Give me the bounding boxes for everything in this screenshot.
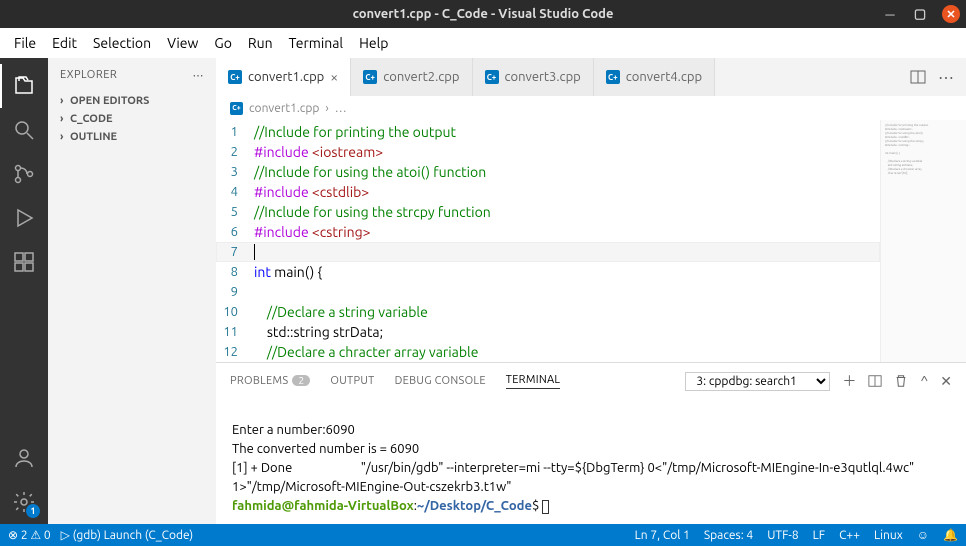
panel-problems-tab[interactable]: PROBLEMS2 (230, 375, 310, 387)
status-launch[interactable]: ▷ (gdb) Launch (C_Code) (61, 528, 194, 542)
code-line[interactable]: 10 //Declare a string variable (216, 302, 880, 322)
cpp-icon: C+ (485, 70, 499, 84)
cpp-icon: C+ (363, 70, 377, 84)
terminal-path: ~/Desktop/C_Code (417, 499, 532, 513)
titlebar: convert1.cpp - C_Code - Visual Studio Co… (0, 0, 966, 28)
code-line[interactable]: 8int main() { (216, 262, 880, 282)
bottom-panel: PROBLEMS2 OUTPUT DEBUG CONSOLE TERMINAL … (216, 362, 966, 524)
cpp-icon: C+ (230, 102, 243, 115)
tab-convert2[interactable]: C+ convert2.cpp (351, 58, 472, 96)
section-workspace[interactable]: ›C_CODE (48, 110, 216, 128)
status-feedback-icon[interactable]: ☺ (917, 528, 929, 542)
terminal-user: fahmida@fahmida-VirtualBox (232, 499, 414, 513)
minimize-button[interactable]: ─ (882, 6, 898, 22)
menu-go[interactable]: Go (206, 35, 239, 51)
minimap[interactable]: //Include for printing the output #inclu… (880, 120, 966, 362)
terminal-select[interactable]: 3: cppdbg: search1 (685, 372, 830, 391)
panel-output-tab[interactable]: OUTPUT (330, 375, 374, 387)
activity-search[interactable] (0, 108, 48, 152)
cpp-icon: C+ (228, 70, 242, 84)
code-line[interactable]: 2#include <iostream> (216, 142, 880, 162)
window-title: convert1.cpp - C_Code - Visual Studio Co… (353, 7, 614, 21)
sidebar-more-icon[interactable]: ⋯ (193, 69, 205, 82)
section-outline[interactable]: ›OUTLINE (48, 128, 216, 146)
code-line[interactable]: 12 //Declare a chracter array variable (216, 342, 880, 362)
code-line[interactable]: 7 (216, 242, 880, 262)
close-button[interactable]: ✕ (942, 5, 960, 23)
menu-view[interactable]: View (159, 35, 206, 51)
status-eol[interactable]: LF (813, 529, 825, 542)
menu-terminal[interactable]: Terminal (281, 35, 352, 51)
menu-selection[interactable]: Selection (85, 35, 159, 51)
editor-more-icon[interactable]: ⋯ (938, 68, 954, 87)
status-notifications-icon[interactable]: 🔔 (943, 528, 958, 542)
close-tab-icon[interactable]: × (330, 69, 338, 85)
code-line[interactable]: 6#include <cstring> (216, 222, 880, 242)
status-language[interactable]: C++ (839, 529, 860, 542)
code-editor[interactable]: 1//Include for printing the output2#incl… (216, 120, 880, 362)
menu-help[interactable]: Help (351, 35, 396, 51)
status-lncol[interactable]: Ln 7, Col 1 (635, 529, 690, 542)
maximize-panel-icon[interactable]: ^ (920, 373, 928, 389)
new-terminal-icon[interactable]: ＋ (842, 371, 856, 391)
code-line[interactable]: 3//Include for using the atoi() function (216, 162, 880, 182)
terminal-cursor (542, 500, 549, 514)
split-editor-icon[interactable] (910, 69, 926, 85)
code-line[interactable]: 9 (216, 282, 880, 302)
editor-tabs: C+ convert1.cpp × C+ convert2.cpp C+ con… (216, 58, 966, 96)
activity-run-debug[interactable] (0, 196, 48, 240)
menu-edit[interactable]: Edit (44, 35, 85, 51)
activity-source-control[interactable] (0, 152, 48, 196)
status-errors[interactable]: ⊗ 2 ⚠ 0 (8, 528, 51, 542)
cpp-icon: C+ (606, 70, 620, 84)
close-panel-icon[interactable]: ✕ (940, 373, 952, 390)
menu-run[interactable]: Run (240, 35, 281, 51)
menubar: File Edit Selection View Go Run Terminal… (0, 28, 966, 58)
maximize-button[interactable]: ▢ (912, 6, 928, 22)
section-open-editors[interactable]: ›OPEN EDITORS (48, 92, 216, 110)
settings-badge: 1 (26, 504, 40, 518)
activity-accounts[interactable] (0, 436, 48, 480)
sidebar-explorer: EXPLORER ⋯ ›OPEN EDITORS ›C_CODE ›OUTLIN… (48, 58, 216, 524)
breadcrumb[interactable]: C+ convert1.cpp › … (216, 96, 966, 120)
activity-explorer[interactable] (0, 64, 48, 108)
code-line[interactable]: 4#include <cstdlib> (216, 182, 880, 202)
status-os[interactable]: Linux (874, 529, 903, 542)
status-encoding[interactable]: UTF-8 (767, 529, 798, 542)
status-bar: ⊗ 2 ⚠ 0 ▷ (gdb) Launch (C_Code) Ln 7, Co… (0, 524, 966, 546)
sidebar-title: EXPLORER (60, 69, 117, 81)
tab-convert4[interactable]: C+ convert4.cpp (594, 58, 715, 96)
panel-debug-tab[interactable]: DEBUG CONSOLE (395, 375, 486, 387)
code-line[interactable]: 1//Include for printing the output (216, 122, 880, 142)
menu-file[interactable]: File (6, 35, 44, 51)
activity-settings[interactable]: 1 (0, 480, 48, 524)
activity-extensions[interactable] (0, 240, 48, 284)
tab-convert1[interactable]: C+ convert1.cpp × (216, 58, 351, 96)
code-line[interactable]: 11 std::string strData; (216, 322, 880, 342)
kill-terminal-icon[interactable] (894, 374, 908, 388)
code-line[interactable]: 5//Include for using the strcpy function (216, 202, 880, 222)
terminal-output[interactable]: Enter a number:6090 The converted number… (216, 399, 966, 524)
activity-bar: 1 (0, 58, 48, 524)
panel-terminal-tab[interactable]: TERMINAL (506, 374, 561, 389)
tab-convert3[interactable]: C+ convert3.cpp (473, 58, 594, 96)
status-spaces[interactable]: Spaces: 4 (704, 529, 753, 542)
split-terminal-icon[interactable] (868, 374, 882, 388)
